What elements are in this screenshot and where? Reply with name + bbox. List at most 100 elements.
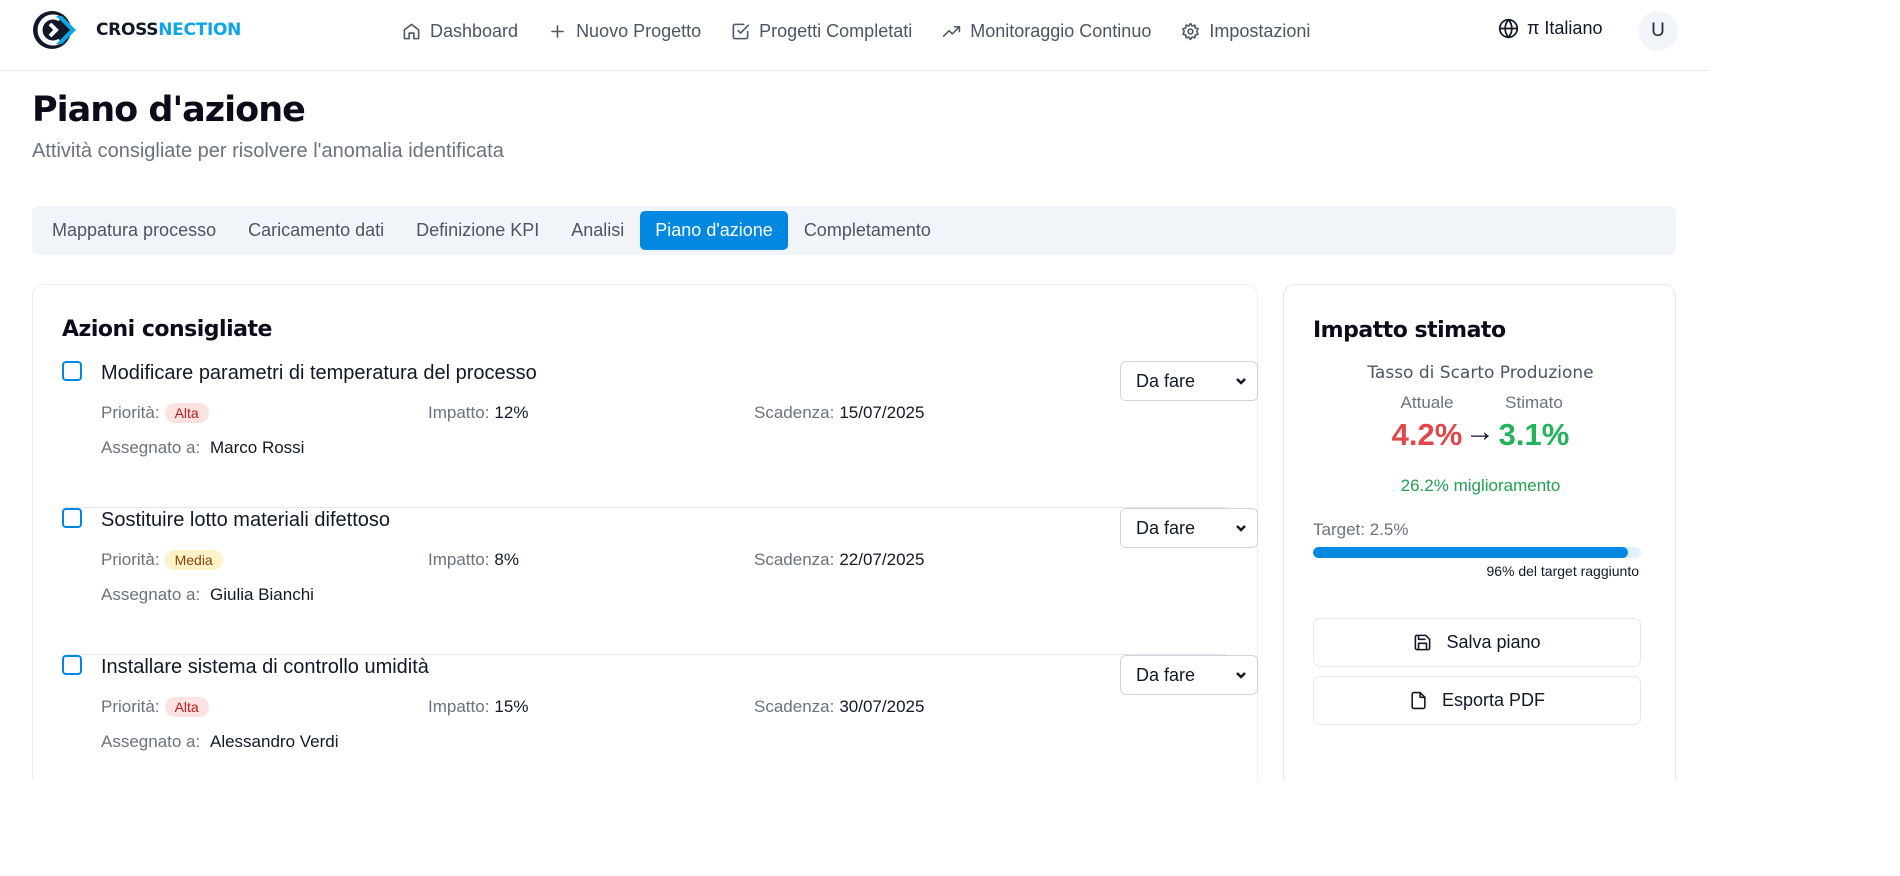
language-selector[interactable]: π Italiano [1498, 18, 1602, 39]
chevron-down-icon [1236, 525, 1246, 532]
estimated-metric: Stimato 3.1% [1489, 393, 1579, 453]
viewport-edge [0, 780, 1900, 876]
tab-completion[interactable]: Completamento [788, 211, 947, 250]
estimated-label: Stimato [1505, 393, 1563, 412]
action-due-date: Scadenza: 15/07/2025 [754, 403, 924, 423]
status-select[interactable]: Da fare [1120, 361, 1258, 401]
globe-icon [1498, 18, 1519, 39]
target-progress-bar [1313, 547, 1641, 558]
impact-label: Impatto: [428, 550, 490, 569]
button-label: Salva piano [1446, 632, 1541, 652]
tab-data-upload[interactable]: Caricamento dati [232, 211, 400, 250]
impact-value: 12% [494, 403, 529, 422]
chevron-down-icon [1236, 672, 1246, 679]
action-assignee: Assegnato a: Marco Rossi [101, 438, 304, 458]
action-impact: Impatto: 15% [428, 697, 528, 717]
nav-completed-projects[interactable]: Progetti Completati [731, 21, 912, 42]
action-priority: Priorità: Alta [101, 697, 209, 717]
card-title: Impatto stimato [1313, 318, 1506, 343]
save-icon [1415, 634, 1431, 651]
due-label: Scadenza: [754, 403, 835, 422]
status-select[interactable]: Da fare [1120, 655, 1258, 695]
progress-note: 96% del target raggiunto [1486, 563, 1639, 579]
nav-label: Nuovo Progetto [576, 20, 702, 41]
save-plan-button[interactable]: Salva piano [1313, 618, 1641, 667]
assignee-label: Assegnato a: [101, 585, 201, 604]
action-item: Modificare parametri di temperatura del … [62, 361, 1258, 508]
tab-process-mapping[interactable]: Mappatura processo [36, 211, 232, 250]
page-subtitle: Attività consigliate per risolvere l'ano… [32, 140, 504, 162]
top-navigation-bar: CROSSNECTION Dashboard Nuovo Progetto Pr… [0, 0, 1708, 71]
action-checkbox[interactable] [62, 508, 82, 528]
impact-value: 15% [494, 697, 529, 716]
chevron-down-icon [1236, 378, 1246, 385]
nav-settings[interactable]: Impostazioni [1181, 21, 1310, 42]
assignee-label: Assegnato a: [101, 438, 201, 457]
trending-up-icon [943, 25, 961, 37]
due-value: 15/07/2025 [839, 403, 925, 422]
status-value: Da fare [1136, 664, 1196, 685]
due-value: 22/07/2025 [839, 550, 925, 569]
plus-icon [551, 24, 564, 38]
status-value: Da fare [1136, 370, 1196, 391]
priority-badge: Alta [164, 697, 209, 717]
priority-badge: Media [164, 550, 223, 570]
home-icon [403, 23, 420, 39]
estimated-value: 3.1% [1498, 417, 1570, 452]
assignee-value: Giulia Bianchi [209, 585, 314, 604]
target-label: Target: 2.5% [1313, 520, 1409, 539]
card-title: Azioni consigliate [62, 317, 272, 342]
current-label: Attuale [1400, 393, 1454, 412]
action-checkbox[interactable] [62, 655, 82, 675]
due-label: Scadenza: [754, 550, 835, 569]
action-due-date: Scadenza: 22/07/2025 [754, 550, 924, 570]
assignee-value: Alessandro Verdi [209, 732, 339, 751]
nav-label: Monitoraggio Continuo [970, 20, 1152, 41]
assignee-label: Assegnato a: [101, 732, 201, 751]
action-assignee: Assegnato a: Giulia Bianchi [101, 585, 314, 605]
action-title: Sostituire lotto materiali difettoso [101, 509, 391, 531]
action-checkbox[interactable] [62, 361, 82, 381]
nav-label: Impostazioni [1209, 20, 1311, 41]
nav-new-project[interactable]: Nuovo Progetto [548, 21, 701, 42]
action-item: Sostituire lotto materiali difettoso Pri… [62, 508, 1258, 655]
status-select[interactable]: Da fare [1120, 508, 1258, 548]
action-impact: Impatto: 12% [428, 403, 528, 423]
action-impact: Impatto: 8% [428, 550, 519, 570]
status-value: Da fare [1136, 517, 1196, 538]
step-tabs: Mappatura processo Caricamento dati Defi… [32, 206, 1676, 255]
priority-badge: Alta [164, 403, 209, 423]
main-nav: Dashboard Nuovo Progetto Progetti Comple… [402, 16, 1310, 46]
action-title: Installare sistema di controllo umidità [101, 656, 429, 678]
nav-monitoring[interactable]: Monitoraggio Continuo [942, 21, 1151, 42]
tab-action-plan[interactable]: Piano d'azione [640, 211, 788, 250]
user-avatar[interactable]: U [1638, 11, 1678, 51]
crossnection-logo-icon [33, 11, 76, 49]
assignee-value: Marco Rossi [209, 438, 305, 457]
tab-kpi-definition[interactable]: Definizione KPI [400, 211, 555, 250]
priority-label: Priorità: [101, 697, 160, 716]
impact-label: Impatto: [428, 403, 490, 422]
language-label: π Italiano [1527, 18, 1603, 38]
brand-logo[interactable]: CROSSNECTION [32, 10, 241, 50]
action-due-date: Scadenza: 30/07/2025 [754, 697, 924, 717]
priority-label: Priorità: [101, 403, 160, 422]
nav-label: Progetti Completati [759, 20, 913, 41]
export-pdf-button[interactable]: Esporta PDF [1313, 676, 1641, 725]
action-priority: Priorità: Alta [101, 403, 209, 423]
impact-label: Impatto: [428, 697, 490, 716]
page-title: Piano d'azione [32, 90, 306, 130]
current-metric: Attuale 4.2% [1382, 393, 1472, 453]
brand-name: CROSSNECTION [96, 20, 242, 40]
tab-analysis[interactable]: Analisi [555, 211, 640, 250]
nav-dashboard[interactable]: Dashboard [402, 21, 518, 42]
impact-value: 8% [494, 550, 519, 569]
button-label: Esporta PDF [1441, 690, 1546, 710]
improvement-text: 26.2% miglioramento [1400, 476, 1561, 495]
nav-label: Dashboard [430, 20, 519, 41]
check-square-icon [732, 23, 750, 39]
current-value: 4.2% [1391, 417, 1463, 452]
action-assignee: Assegnato a: Alessandro Verdi [101, 732, 339, 752]
priority-label: Priorità: [101, 550, 160, 569]
action-priority: Priorità: Media [101, 550, 223, 570]
